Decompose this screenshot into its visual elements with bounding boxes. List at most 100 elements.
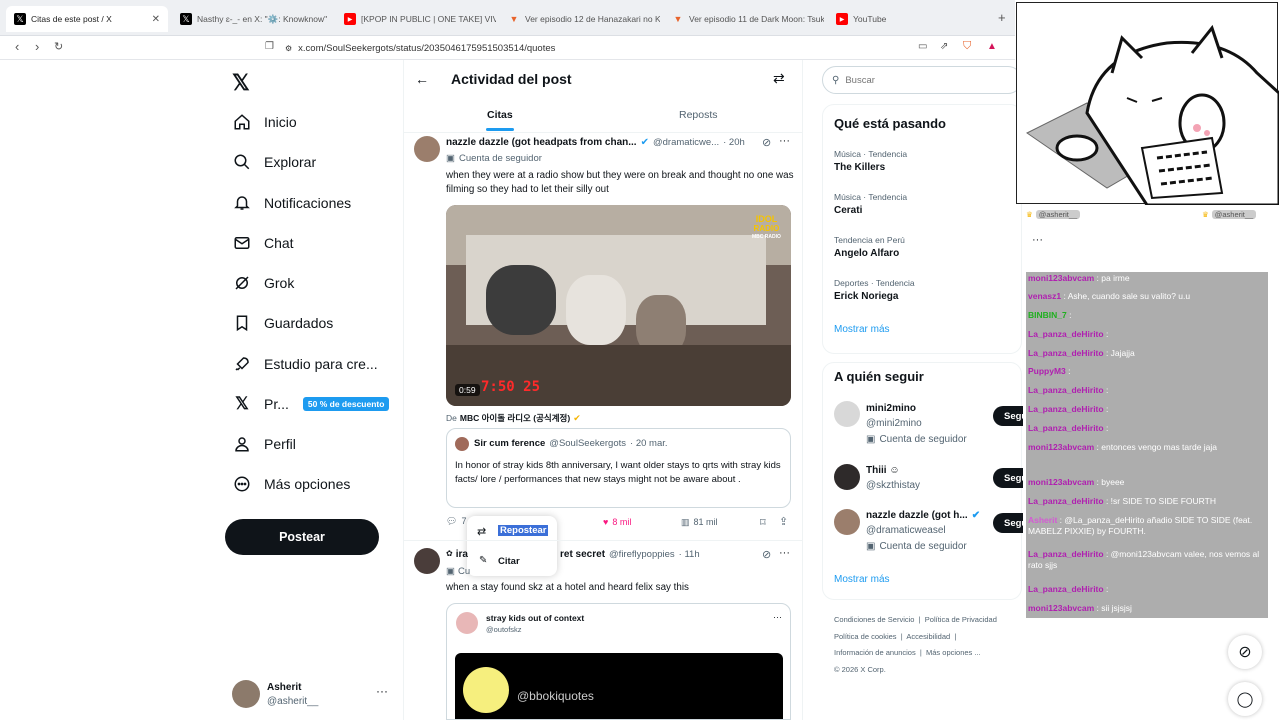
trend-name: Cerati [834, 205, 863, 216]
grok-icon[interactable]: ⊘ [762, 548, 771, 561]
tab-active[interactable]: 𝕏 Citas de este post / X ✕ [6, 6, 168, 32]
tweet-author-name-start[interactable]: ira [456, 549, 468, 560]
grok-float-button[interactable]: ⊘ [1228, 635, 1262, 669]
sidebar-item-premium[interactable]: 𝕏 Pr... 50 % de descuento [232, 392, 390, 416]
reply-button[interactable]: 💬︎ 7 [446, 516, 466, 527]
tab[interactable]: ▼ Ver episodio 11 de Dark Moon: Tsuki [664, 6, 824, 32]
footer-link[interactable]: Política de Privacidad [925, 615, 997, 624]
new-tab-icon[interactable]: + [998, 10, 1006, 25]
tab-reposts[interactable]: Reposts [679, 109, 718, 121]
grok-icon[interactable]: ⊘ [762, 136, 771, 149]
tab[interactable]: ▶ YouTube [828, 6, 988, 32]
who-to-follow-title: A quién seguir [834, 369, 924, 384]
sidebar-item-creator-studio[interactable]: Estudio para cre... [232, 352, 378, 376]
avatar[interactable] [414, 548, 440, 574]
brave-shield-icon[interactable]: ⛉ [963, 40, 971, 53]
account-switcher[interactable]: Asherit @asherit__ ··· [226, 674, 396, 714]
sidebar-item-label: Explorar [264, 154, 317, 170]
show-more-follow-link[interactable]: Mostrar más [834, 574, 890, 585]
messages-float-button[interactable]: ◯ [1228, 682, 1262, 716]
tab-label: Nasthy ɛ-_- en X: "⚙️: Knowknow" [197, 13, 328, 24]
footer-link[interactable]: Política de cookies [834, 632, 897, 641]
trend-item[interactable]: Deportes · Tendencia Erick Noriega [834, 278, 915, 302]
show-more-trends-link[interactable]: Mostrar más [834, 324, 890, 335]
video-source[interactable]: De MBC 아이돌 라디오 (공식계정) ✔ [446, 412, 581, 424]
tab[interactable]: 𝕏 Nasthy ɛ-_- en X: "⚙️: Knowknow" [172, 6, 332, 32]
close-tab-icon[interactable]: ✕ [152, 14, 160, 25]
bongo-cat-image [1026, 24, 1280, 207]
url-field[interactable]: ⚙ x.com/SoulSeekergots/status/2035046175… [285, 40, 555, 56]
tweet-handle[interactable]: @dramaticwe... [653, 137, 719, 148]
trend-item[interactable]: Música · Tendencia The Killers [834, 149, 907, 173]
tweet-author-name[interactable]: nazzle dazzle (got headpats from chan... [446, 137, 637, 148]
rewards-icon[interactable]: ▲ [987, 41, 997, 52]
tweet-time[interactable]: · 20h [723, 137, 745, 148]
follow-button[interactable]: Segui [993, 406, 1030, 426]
footer-link[interactable]: Más opciones ... [926, 648, 981, 657]
avatar[interactable] [834, 509, 860, 535]
sidebar-item-grok[interactable]: Grok [232, 271, 294, 295]
bookmark-icon[interactable]: ⌑ [760, 516, 766, 529]
browser-tab-bar: 𝕏 Citas de este post / X ✕ 𝕏 Nasthy ɛ-_-… [0, 0, 1015, 36]
chat-text: : !sr SIDE TO SIDE FOURTH [1105, 496, 1216, 506]
footer-link[interactable]: Condiciones de Servicio [834, 615, 914, 624]
trend-category: Deportes · Tendencia [834, 278, 915, 288]
sidebar-item-explore[interactable]: Explorar [232, 150, 316, 174]
sidebar-item-profile[interactable]: Perfil [232, 432, 296, 456]
tab-quotes[interactable]: Citas [487, 109, 513, 121]
forward-icon[interactable]: › [35, 39, 39, 54]
search-input[interactable] [845, 74, 996, 86]
back-icon[interactable]: ‹ [15, 39, 19, 54]
embedded-media[interactable]: stray kids out of context @outofskz ··· … [446, 603, 791, 720]
chat-text: : [1105, 423, 1109, 433]
like-button[interactable]: ♥ 8 mil [603, 517, 631, 527]
views-button[interactable]: ▥ 81 mil [681, 517, 718, 528]
tweet-author-name-end[interactable]: ret secret [560, 549, 605, 560]
menu-item-repost[interactable]: Repostear [498, 525, 549, 536]
follow-name[interactable]: mini2mino [866, 403, 916, 414]
more-icon[interactable]: ··· [376, 684, 388, 698]
tweet-handle[interactable]: @fireflypoppies [609, 549, 675, 560]
more-icon[interactable]: ··· [779, 135, 790, 147]
tab[interactable]: ▶ [KPOP IN PUBLIC | ONE TAKE] VIVIZ [336, 6, 496, 32]
trend-item[interactable]: Tendencia en Perú Angelo Alfaro [834, 235, 905, 259]
follow-name[interactable]: Thiii ☺ [866, 465, 900, 476]
share-icon[interactable]: ⇪ [779, 515, 788, 528]
footer-link[interactable]: Información de anuncios [834, 648, 916, 657]
follow-button[interactable]: Segui [993, 513, 1030, 533]
sidebar-item-more[interactable]: Más opciones [232, 472, 350, 496]
bookmark-page-icon[interactable]: ❐ [265, 41, 274, 52]
follow-name[interactable]: nazzle dazzle (got h... [866, 510, 968, 521]
avatar[interactable] [834, 464, 860, 490]
logo-top: IDOL [755, 214, 778, 224]
quoted-tweet[interactable]: Sir cum ference @SoulSeekergots · 20 mar… [446, 428, 791, 508]
avatar[interactable] [414, 136, 440, 162]
site-info-icon[interactable]: ⚙ [285, 44, 292, 53]
screen-icon[interactable]: ▭ [918, 41, 927, 52]
avatar[interactable] [834, 401, 860, 427]
post-button[interactable]: Postear [225, 519, 379, 555]
more-icon[interactable]: ··· [779, 547, 790, 559]
tab[interactable]: ▼ Ver episodio 12 de Hanazakari no Ki [500, 6, 660, 32]
follow-button[interactable]: Segui [993, 468, 1030, 488]
more-icon[interactable]: ··· [1032, 234, 1043, 246]
reload-icon[interactable]: ↻ [54, 40, 63, 53]
sidebar-item-chat[interactable]: Chat [232, 231, 294, 255]
stream-badge-left: ♛ @asherit__ [1026, 210, 1081, 219]
share-icon[interactable]: ⇗ [940, 41, 948, 52]
filter-icon[interactable]: ⇄ [773, 70, 785, 87]
search-box[interactable]: ⚲ [822, 66, 1022, 94]
sidebar-item-home[interactable]: Inicio [232, 110, 297, 134]
x-logo-icon[interactable]: 𝕏 [232, 70, 250, 96]
trend-item[interactable]: Música · Tendencia Cerati [834, 192, 907, 216]
footer-link[interactable]: Accesibilidad [906, 632, 950, 641]
sidebar-item-label: Perfil [264, 436, 296, 452]
follow-extra-text: Cuenta de seguidor [879, 434, 967, 445]
back-arrow-icon[interactable]: ← [415, 71, 429, 87]
tab-bar [403, 100, 803, 133]
sidebar-item-bookmarks[interactable]: Guardados [232, 311, 333, 335]
sidebar-item-notifications[interactable]: Notificaciones [232, 191, 351, 215]
tweet-video[interactable]: IDOL RADIO MBC RADIO 7:50 25 0:59 [446, 205, 791, 406]
tweet-time[interactable]: · 11h [679, 549, 700, 560]
menu-item-quote[interactable]: Citar [498, 556, 520, 567]
